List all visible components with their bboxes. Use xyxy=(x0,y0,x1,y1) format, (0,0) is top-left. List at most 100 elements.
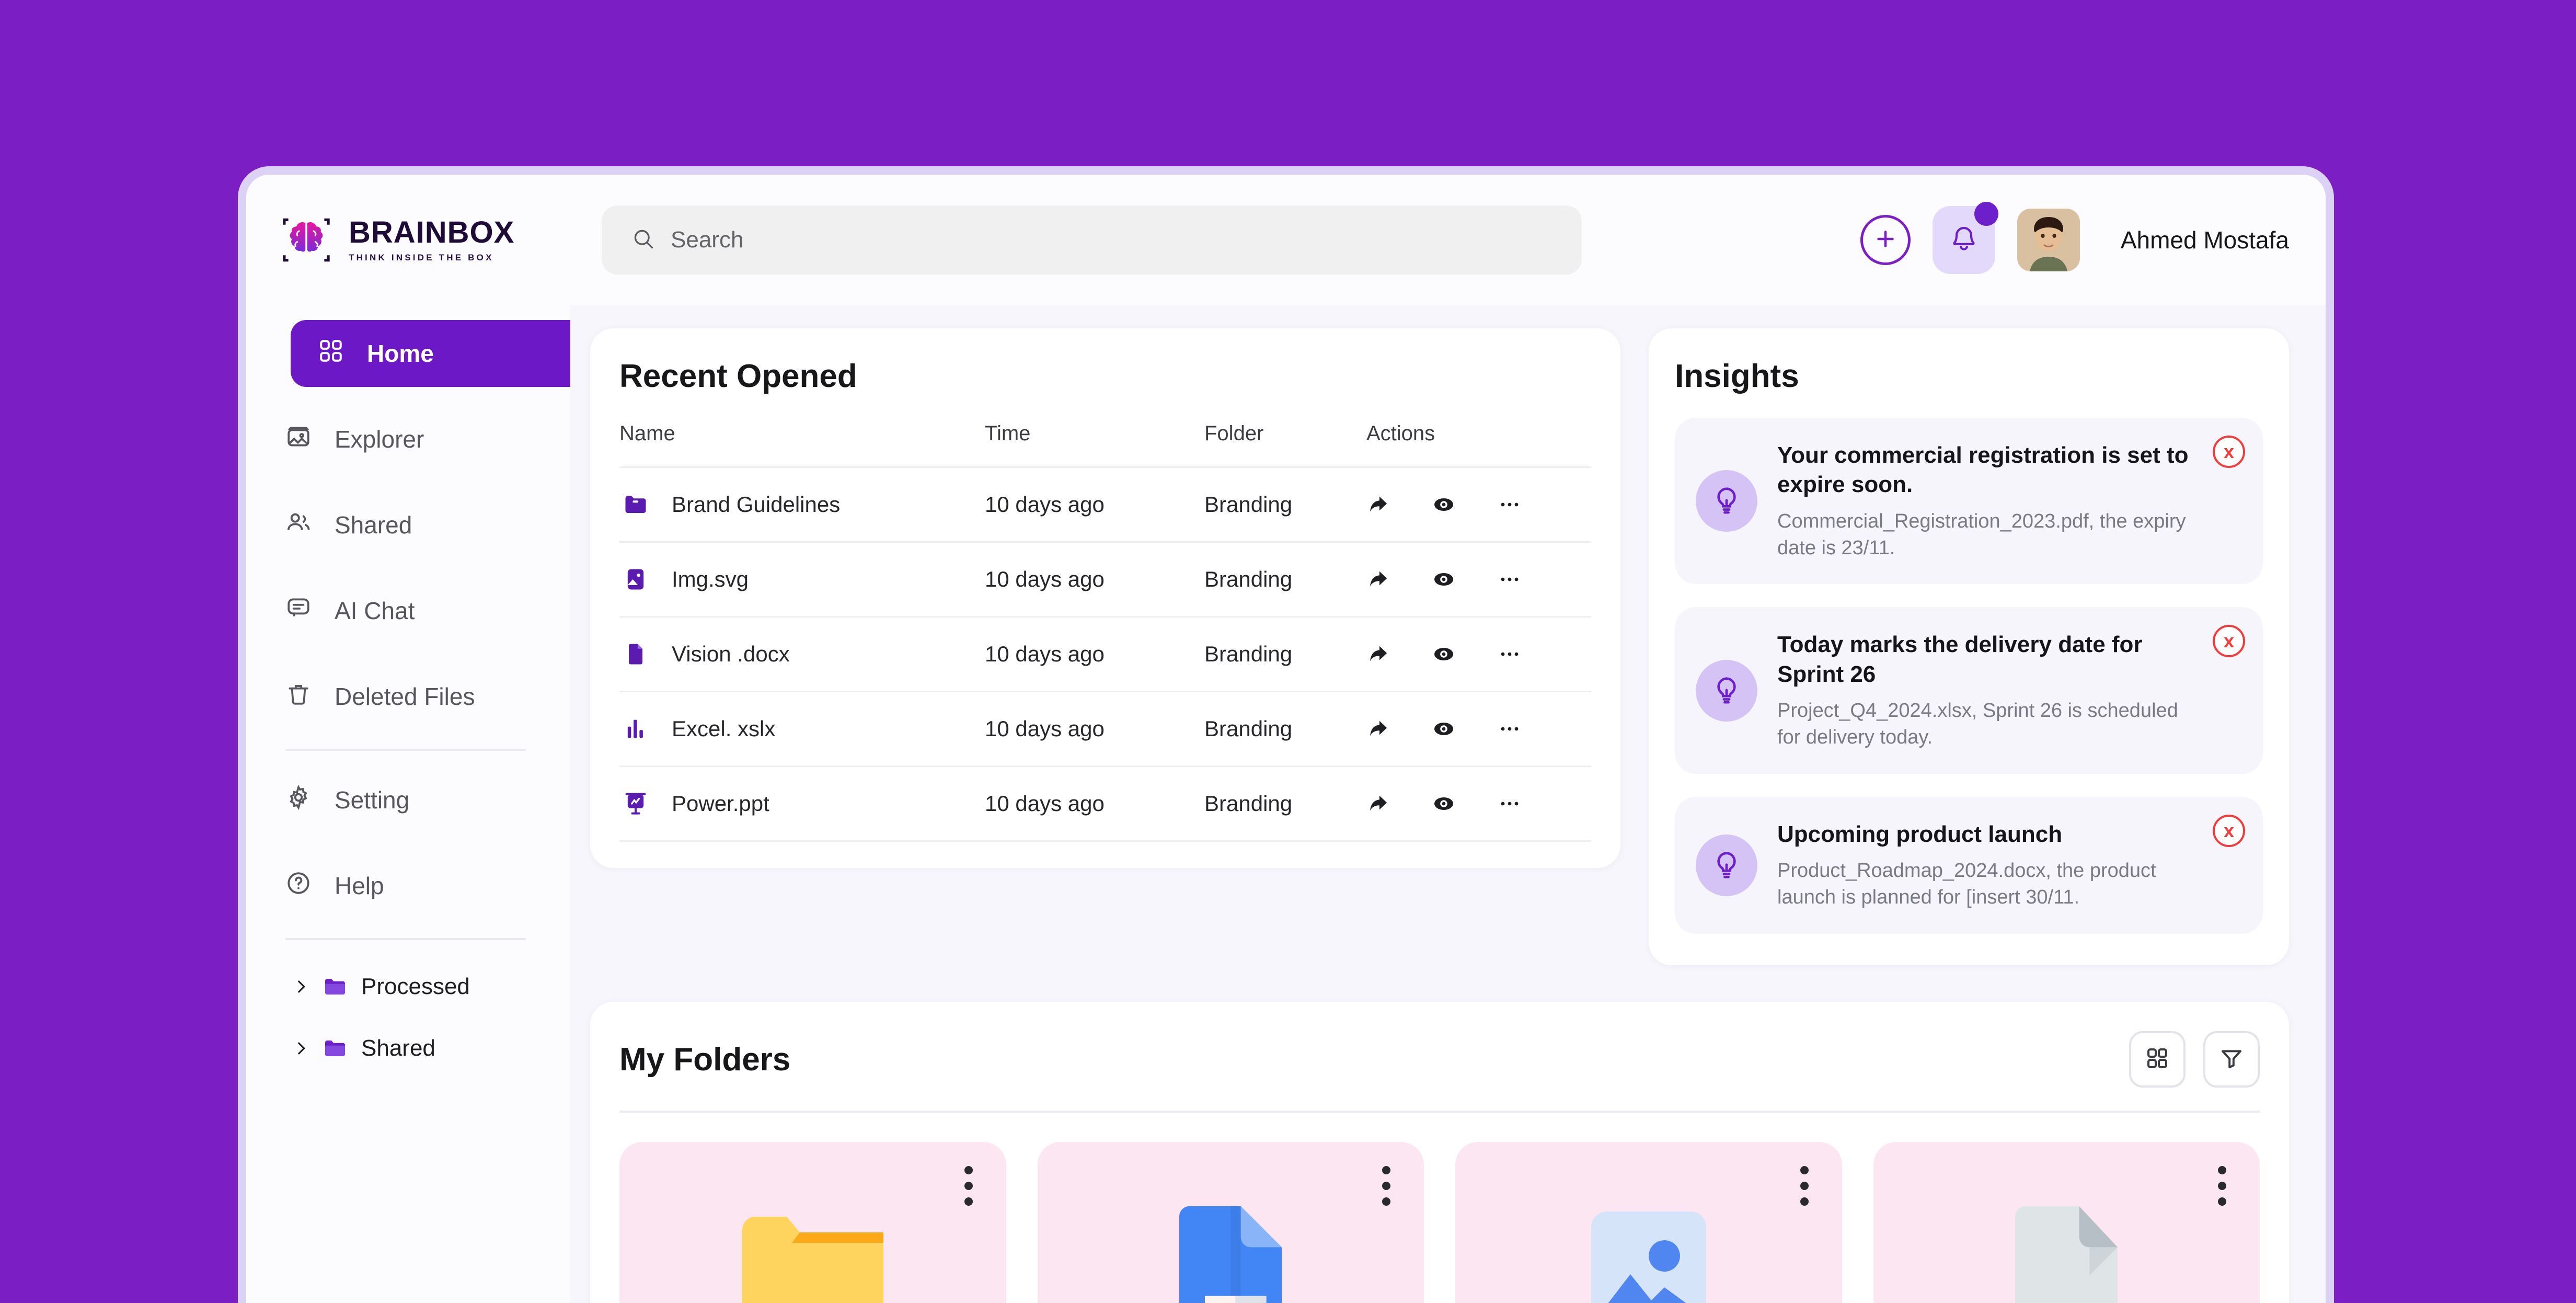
top-section: Recent Opened Name Time Folder Actions B… xyxy=(590,328,2289,965)
share-icon[interactable] xyxy=(1366,792,1390,816)
sidebar-tree-shared[interactable]: Shared xyxy=(246,1018,570,1079)
close-icon[interactable]: x xyxy=(2213,436,2245,468)
share-icon[interactable] xyxy=(1366,717,1390,741)
table-row[interactable]: Brand Guidelines 10 days ago Branding xyxy=(619,467,1591,543)
grid-view-button[interactable] xyxy=(2129,1031,2186,1088)
file-time: 10 days ago xyxy=(985,616,1204,692)
folder-tile[interactable] xyxy=(1037,1142,1424,1303)
file-name: Img.svg xyxy=(672,567,749,591)
blue-doc-icon xyxy=(1170,1204,1291,1303)
add-button[interactable] xyxy=(1860,215,1911,265)
sidebar-tree-label: Shared xyxy=(361,1035,435,1061)
folder-tile[interactable] xyxy=(1455,1142,1842,1303)
table-row[interactable]: Excel. xslx 10 days ago Branding xyxy=(619,691,1591,767)
file-folder: Branding xyxy=(1204,616,1366,692)
more-horizontal-icon[interactable] xyxy=(1497,642,1522,667)
sidebar-tree-label: Processed xyxy=(361,974,470,999)
filter-icon xyxy=(2219,1046,2244,1073)
folder-icon xyxy=(323,974,348,999)
grid-icon xyxy=(318,338,344,370)
notification-badge xyxy=(1974,202,1998,226)
sidebar-item-home[interactable]: Home xyxy=(291,320,570,387)
sidebar-item-explorer[interactable]: Explorer xyxy=(246,406,570,473)
insight-title: Upcoming product launch xyxy=(1777,821,2063,847)
chevron-right-icon xyxy=(292,1039,313,1057)
sidebar-item-label: Shared xyxy=(335,511,412,539)
image-photo-icon xyxy=(1583,1204,1714,1303)
recent-opened-title: Recent Opened xyxy=(619,358,857,394)
sidebar-item-shared[interactable]: Shared xyxy=(246,492,570,558)
trash-icon xyxy=(285,681,312,713)
sidebar-item-setting[interactable]: Setting xyxy=(246,767,570,833)
table-row[interactable]: Vision .docx 10 days ago Branding xyxy=(619,616,1591,692)
more-vertical-icon[interactable] xyxy=(2218,1166,2226,1206)
plus-icon xyxy=(1873,227,1898,254)
gray-doc-icon xyxy=(2006,1204,2126,1303)
avatar[interactable] xyxy=(2017,209,2080,271)
sidebar-item-ai-chat[interactable]: AI Chat xyxy=(246,577,570,644)
more-horizontal-icon[interactable] xyxy=(1497,791,1522,816)
file-folder: Branding xyxy=(1204,766,1366,842)
sidebar-item-label: Deleted Files xyxy=(335,683,475,710)
sidebar-divider-2 xyxy=(285,938,526,940)
more-horizontal-icon[interactable] xyxy=(1497,567,1522,592)
insight-item[interactable]: Upcoming product launch Product_Roadmap_… xyxy=(1675,796,2263,934)
file-time: 10 days ago xyxy=(985,691,1204,767)
search-bar[interactable] xyxy=(602,205,1582,275)
sidebar-item-help[interactable]: Help xyxy=(246,852,570,919)
sidebar-item-label: Home xyxy=(367,340,434,367)
sidebar-item-deleted-files[interactable]: Deleted Files xyxy=(246,663,570,730)
more-horizontal-icon[interactable] xyxy=(1497,492,1522,517)
eye-icon[interactable] xyxy=(1431,716,1456,741)
more-horizontal-icon[interactable] xyxy=(1497,716,1522,741)
image-box-icon xyxy=(285,424,312,455)
column-header-time: Time xyxy=(985,422,1204,468)
insight-description: Commercial_Registration_2023.pdf, the ex… xyxy=(1777,510,2186,559)
insights-card: Insights Your commercial registration is… xyxy=(1649,328,2289,965)
notifications-button[interactable] xyxy=(1932,202,1998,274)
main-content: Recent Opened Name Time Folder Actions B… xyxy=(570,305,2326,1303)
close-icon[interactable]: x xyxy=(2213,625,2245,658)
sidebar-tree-processed[interactable]: Processed xyxy=(246,956,570,1018)
spreadsheet-file-icon xyxy=(619,715,652,742)
column-header-actions: Actions xyxy=(1366,422,1591,468)
folder-icon xyxy=(619,491,652,518)
filter-button[interactable] xyxy=(2203,1031,2260,1088)
doc-file-icon xyxy=(619,641,652,668)
lightbulb-icon xyxy=(1696,834,1757,896)
folder-tile[interactable] xyxy=(619,1142,1006,1303)
sidebar-item-label: Explorer xyxy=(335,426,424,453)
file-time: 10 days ago xyxy=(985,467,1204,543)
search-input[interactable] xyxy=(671,227,1551,253)
bell-icon xyxy=(1949,224,1979,256)
more-vertical-icon[interactable] xyxy=(1382,1166,1390,1206)
eye-icon[interactable] xyxy=(1431,791,1456,816)
table-row[interactable]: Img.svg 10 days ago Branding xyxy=(619,542,1591,618)
share-icon[interactable] xyxy=(1366,567,1390,591)
presentation-file-icon xyxy=(619,790,652,817)
recent-opened-table: Name Time Folder Actions Brand Guideline… xyxy=(619,422,1591,842)
share-icon[interactable] xyxy=(1366,642,1390,666)
app-body: Home Explorer Shared AI Chat Deleted Fil… xyxy=(246,305,2326,1303)
lightbulb-icon xyxy=(1696,659,1757,722)
my-folders-card: My Folders xyxy=(590,1002,2289,1303)
eye-icon[interactable] xyxy=(1431,567,1456,592)
more-vertical-icon[interactable] xyxy=(964,1166,973,1206)
gear-icon xyxy=(285,784,312,816)
my-folders-title: My Folders xyxy=(619,1041,791,1078)
eye-icon[interactable] xyxy=(1431,492,1456,517)
insight-item[interactable]: Today marks the delivery date for Sprint… xyxy=(1675,607,2263,774)
folder-tile[interactable] xyxy=(1873,1142,2260,1303)
table-row[interactable]: Power.ppt 10 days ago Branding xyxy=(619,766,1591,842)
column-header-name: Name xyxy=(619,422,985,468)
brand-logo[interactable]: BRAINBOX THINK INSIDE THE BOX xyxy=(278,211,596,269)
question-circle-icon xyxy=(285,870,312,902)
folder-icon xyxy=(323,1036,348,1061)
more-vertical-icon[interactable] xyxy=(1800,1166,1809,1206)
eye-icon[interactable] xyxy=(1431,642,1456,667)
insight-description: Product_Roadmap_2024.docx, the product l… xyxy=(1777,860,2156,909)
insight-item[interactable]: Your commercial registration is set to e… xyxy=(1675,418,2263,585)
close-icon[interactable]: x xyxy=(2213,814,2245,847)
app-header: BRAINBOX THINK INSIDE THE BOX Search Ahm… xyxy=(246,175,2326,305)
share-icon[interactable] xyxy=(1366,493,1390,517)
